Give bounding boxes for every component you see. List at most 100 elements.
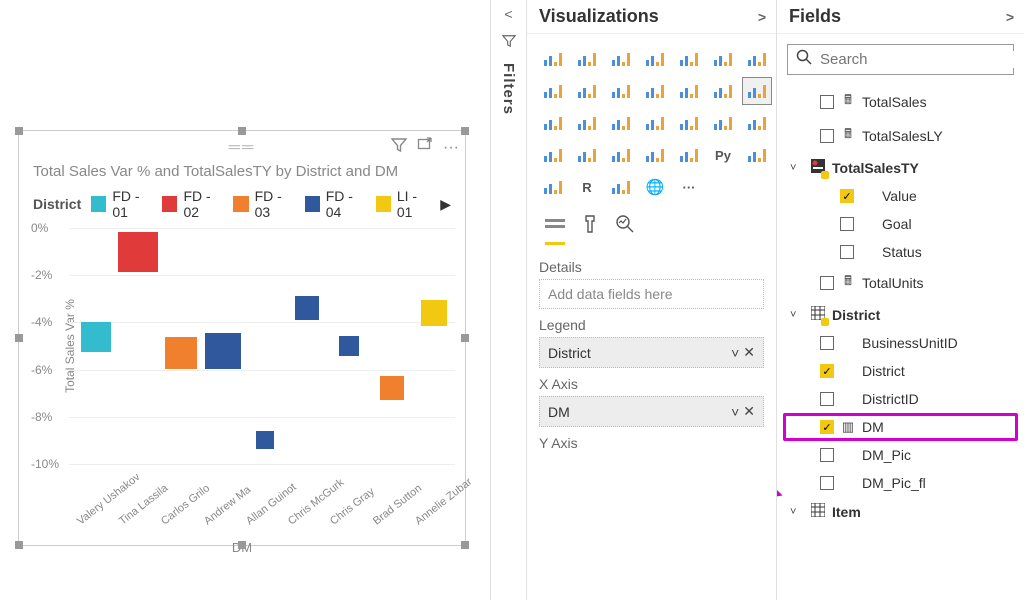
viz-type-filled-map[interactable] bbox=[675, 110, 703, 136]
legend-item-label[interactable]: FD - 01 bbox=[112, 188, 156, 220]
field-status[interactable]: Status bbox=[783, 238, 1018, 266]
viz-type-waterfall[interactable] bbox=[675, 78, 703, 104]
viz-type-multi-card[interactable] bbox=[573, 142, 601, 168]
checkbox[interactable] bbox=[820, 476, 834, 490]
data-point[interactable] bbox=[380, 376, 404, 400]
details-well[interactable]: Add data fields here bbox=[539, 279, 764, 309]
checkbox[interactable] bbox=[840, 245, 854, 259]
data-point[interactable] bbox=[421, 300, 447, 326]
checkbox[interactable] bbox=[820, 392, 834, 406]
field-totalsalesly[interactable]: 🖩TotalSalesLY bbox=[783, 119, 1018, 153]
viz-type-col-100[interactable] bbox=[675, 46, 703, 72]
field-totalsales[interactable]: 🖩TotalSales bbox=[783, 85, 1018, 119]
legend-item-label[interactable]: FD - 03 bbox=[255, 188, 299, 220]
chart-card[interactable]: ══ ··· Total Sales Var % and TotalSalesT… bbox=[18, 130, 466, 546]
legend-item-label[interactable]: LI - 01 bbox=[397, 188, 434, 220]
filter-pane-icon[interactable] bbox=[502, 34, 516, 51]
checkbox[interactable] bbox=[820, 336, 834, 350]
analytics-tab[interactable] bbox=[615, 214, 635, 245]
checkbox[interactable] bbox=[820, 276, 834, 290]
viz-type-line-col[interactable] bbox=[573, 78, 601, 104]
remove-field-icon[interactable]: ✕ bbox=[743, 344, 755, 361]
viz-type-col-stacked[interactable] bbox=[607, 46, 635, 72]
viz-type-ribbon[interactable] bbox=[641, 78, 669, 104]
viz-type-donut[interactable] bbox=[573, 110, 601, 136]
viz-type-more[interactable]: ··· bbox=[675, 174, 703, 200]
chevron-down-icon[interactable]: ˅ bbox=[731, 345, 739, 361]
filter-icon[interactable] bbox=[391, 137, 407, 158]
checkbox[interactable] bbox=[820, 129, 834, 143]
legend-scroll-icon[interactable]: ▶ bbox=[440, 196, 451, 213]
field-value[interactable]: ✓Value bbox=[783, 182, 1018, 210]
legend-swatch[interactable] bbox=[162, 196, 177, 212]
format-tab[interactable] bbox=[583, 214, 597, 245]
chevron-down-icon[interactable]: ˅ bbox=[790, 506, 804, 518]
viz-type-line-col2[interactable] bbox=[607, 78, 635, 104]
data-point[interactable] bbox=[81, 322, 111, 352]
viz-type-table[interactable] bbox=[743, 142, 771, 168]
viz-type-py[interactable]: Py bbox=[709, 142, 737, 168]
data-point[interactable] bbox=[339, 336, 359, 356]
collapse-fields-icon[interactable]: > bbox=[1006, 9, 1014, 25]
viz-type-area[interactable] bbox=[743, 46, 771, 72]
viz-type-slicer[interactable] bbox=[641, 142, 669, 168]
checkbox[interactable] bbox=[820, 95, 834, 109]
checkbox[interactable] bbox=[840, 217, 854, 231]
fields-tab[interactable] bbox=[545, 215, 565, 245]
legend-swatch[interactable] bbox=[91, 196, 106, 212]
search-box[interactable] bbox=[787, 44, 1014, 75]
viz-type-bar-clustered[interactable] bbox=[573, 46, 601, 72]
field-totalunits[interactable]: 🖩TotalUnits bbox=[783, 266, 1018, 300]
chevron-down-icon[interactable]: ˅ bbox=[731, 404, 739, 420]
collapse-viz-icon[interactable]: > bbox=[758, 9, 766, 25]
viz-type-pie[interactable] bbox=[539, 110, 567, 136]
legend-item-label[interactable]: FD - 04 bbox=[326, 188, 370, 220]
x-axis-well[interactable]: DM˅✕ bbox=[539, 396, 764, 427]
checkbox[interactable]: ✓ bbox=[820, 364, 834, 378]
field-district[interactable]: ✓District bbox=[783, 357, 1018, 385]
viz-type-area-stacked[interactable] bbox=[539, 78, 567, 104]
viz-type-r[interactable]: R bbox=[573, 174, 601, 200]
viz-type-bar-stacked[interactable] bbox=[539, 46, 567, 72]
viz-type-line[interactable] bbox=[709, 46, 737, 72]
legend-item-label[interactable]: FD - 02 bbox=[183, 188, 227, 220]
legend-swatch[interactable] bbox=[305, 196, 320, 212]
filters-rail[interactable]: < Filters bbox=[490, 0, 526, 600]
data-point[interactable] bbox=[205, 333, 241, 369]
viz-type-kpi[interactable] bbox=[607, 142, 635, 168]
checkbox[interactable] bbox=[820, 448, 834, 462]
field-dm_pic[interactable]: DM_Pic bbox=[783, 441, 1018, 469]
checkbox[interactable]: ✓ bbox=[840, 189, 854, 203]
viz-type-funnel[interactable] bbox=[709, 78, 737, 104]
legend-swatch[interactable] bbox=[376, 196, 391, 212]
drag-handle-icon[interactable]: ══ bbox=[229, 139, 256, 157]
legend-swatch[interactable] bbox=[233, 196, 248, 212]
legend-well[interactable]: District˅✕ bbox=[539, 337, 764, 368]
field-dm[interactable]: ✓▥DM bbox=[783, 413, 1018, 441]
data-point[interactable] bbox=[295, 296, 319, 320]
field-districtid[interactable]: DistrictID bbox=[783, 385, 1018, 413]
data-point[interactable] bbox=[256, 431, 274, 449]
viz-type-matrix[interactable] bbox=[539, 174, 567, 200]
field-district[interactable]: ˅District bbox=[783, 300, 1018, 329]
field-businessunitid[interactable]: BusinessUnitID bbox=[783, 329, 1018, 357]
viz-type-card[interactable] bbox=[539, 142, 567, 168]
viz-type-globe[interactable]: 🌐 bbox=[641, 174, 669, 200]
viz-type-scatter[interactable] bbox=[743, 78, 771, 104]
chevron-down-icon[interactable]: ˅ bbox=[790, 162, 804, 174]
viz-type-kv[interactable] bbox=[607, 174, 635, 200]
field-dm_pic_fl[interactable]: DM_Pic_fl bbox=[783, 469, 1018, 497]
viz-type-gauge[interactable] bbox=[743, 110, 771, 136]
viz-type-col-clustered[interactable] bbox=[641, 46, 669, 72]
chevron-down-icon[interactable]: ˅ bbox=[790, 309, 804, 321]
field-item[interactable]: ˅Item bbox=[783, 497, 1018, 526]
viz-type-treemap[interactable] bbox=[607, 110, 635, 136]
viz-type-slicer2[interactable] bbox=[675, 142, 703, 168]
field-goal[interactable]: Goal bbox=[783, 210, 1018, 238]
field-totalsalesty[interactable]: ˅TotalSalesTY bbox=[783, 153, 1018, 182]
data-point[interactable] bbox=[165, 337, 197, 369]
viz-type-map[interactable] bbox=[641, 110, 669, 136]
focus-mode-icon[interactable] bbox=[417, 137, 433, 158]
checkbox[interactable]: ✓ bbox=[820, 420, 834, 434]
data-point[interactable] bbox=[118, 232, 158, 272]
